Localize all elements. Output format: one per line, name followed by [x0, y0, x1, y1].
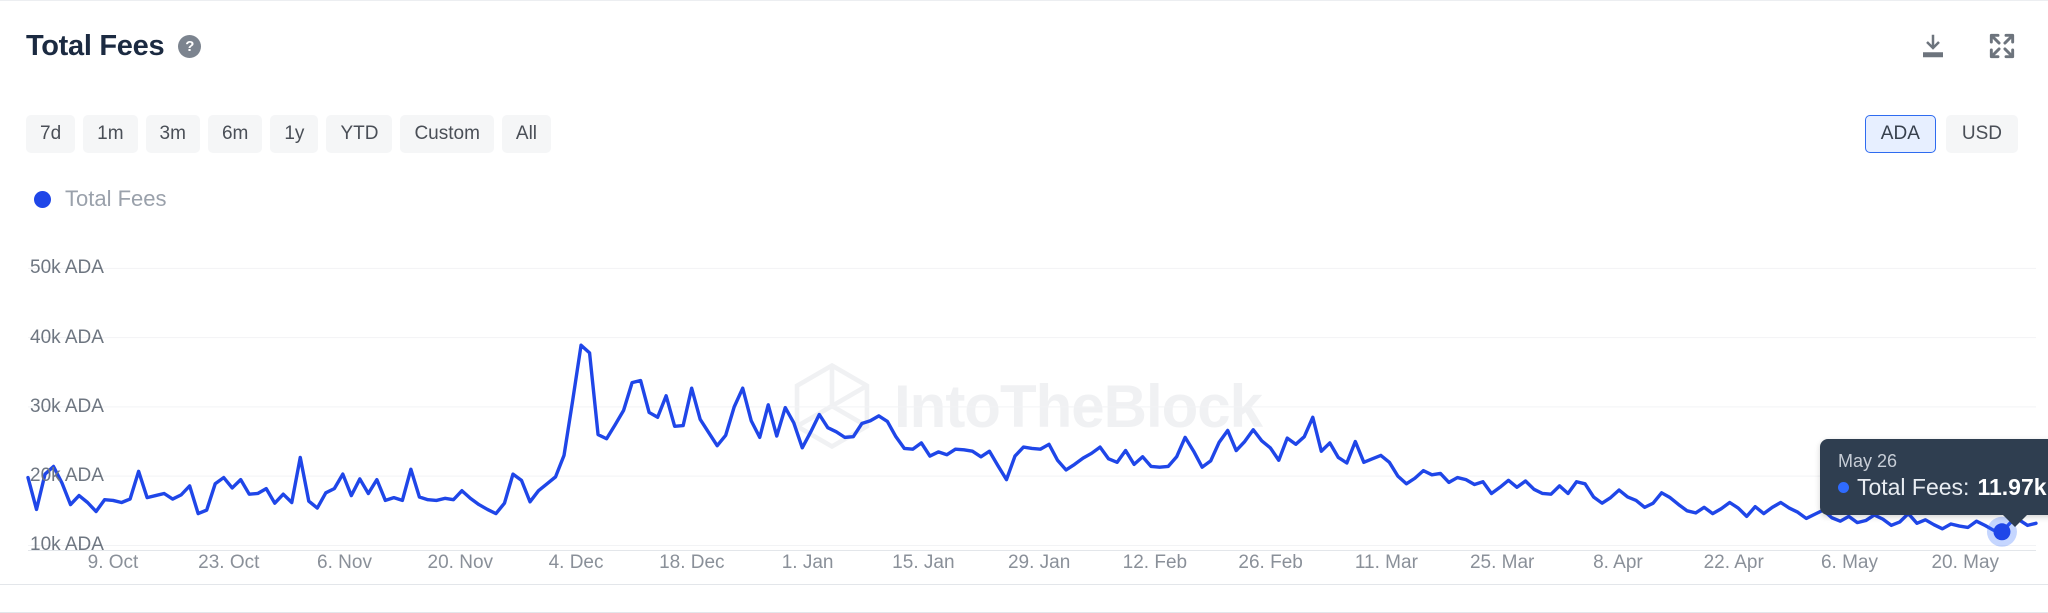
x-axis-tick-label: 22. Apr [1703, 552, 1764, 573]
time-range-group: 7d 1m 3m 6m 1y YTD Custom All [26, 115, 552, 153]
unit-button-ada[interactable]: ADA [1864, 115, 1936, 153]
y-axis-labels: 50k ADA 40k ADA 30k ADA 20k ADA 10k ADA [0, 251, 2048, 555]
question-mark-circle-icon[interactable]: ? [178, 34, 202, 58]
tooltip-series-label: Total Fees: [1856, 474, 1970, 500]
y-axis-tick-label: 20k ADA [30, 465, 104, 487]
chart-plot-area[interactable]: 50k ADA 40k ADA 30k ADA 20k ADA 10k ADA [0, 251, 2048, 555]
currency-unit-group: ADA USD [1864, 115, 2022, 153]
y-axis-tick-label: 40k ADA [30, 326, 104, 348]
expand-fullscreen-icon[interactable] [1986, 30, 2018, 62]
x-axis-tick-label: 26. Feb [1238, 552, 1303, 573]
x-axis-tick-label: 11. Mar [1354, 552, 1418, 573]
chart-legend-item-total-fees[interactable]: Total Fees [34, 186, 167, 212]
chart-controls: 7d 1m 3m 6m 1y YTD Custom All ADA USD [0, 106, 2048, 162]
title-group: Total Fees ? [26, 29, 202, 63]
range-button-3m[interactable]: 3m [145, 115, 200, 153]
range-button-1m[interactable]: 1m [83, 115, 138, 153]
tooltip-date: May 26 [1837, 451, 1897, 471]
range-button-custom[interactable]: Custom [400, 115, 494, 153]
range-button-ytd[interactable]: YTD [326, 115, 393, 153]
range-button-7d[interactable]: 7d [26, 115, 76, 153]
legend-color-dot [34, 190, 51, 208]
tooltip-value: 11.97k ADA [1977, 474, 2048, 500]
x-axis-tick-label: 20. May [1931, 552, 2000, 573]
x-axis-tick-label: 29. Jan [1007, 552, 1071, 573]
x-axis-tick-label: 15. Jan [892, 552, 955, 573]
unit-button-usd[interactable]: USD [1945, 115, 2018, 153]
range-button-6m[interactable]: 6m [207, 115, 263, 153]
x-axis-tick-label: 20. Nov [427, 552, 494, 573]
page-title: Total Fees [26, 29, 165, 62]
x-axis-tick-label: 9. Oct [87, 552, 139, 573]
legend-label: Total Fees [65, 186, 167, 211]
x-axis-tick-label: 1. Jan [781, 552, 834, 573]
card-header: Total Fees ? [0, 1, 2048, 91]
chart-tooltip: May 26 Total Fees: 11.97k ADA [1819, 439, 2048, 527]
y-axis-tick-label: 50k ADA [30, 257, 104, 279]
chart-card: Total Fees ? 7d 1m 3m 6m 1y YTD Custom A… [0, 0, 2048, 613]
range-navigator[interactable] [0, 584, 2048, 612]
range-button-1y[interactable]: 1y [270, 115, 319, 153]
tooltip-row: Total Fees: 11.97k ADA [1837, 474, 2048, 501]
x-axis-tick-label: 23. Oct [198, 552, 260, 573]
x-axis-tick-label: 25. Mar [1469, 552, 1535, 573]
download-icon[interactable] [1918, 31, 1948, 61]
header-actions [1918, 30, 2022, 62]
x-axis-tick-label: 6. May [1820, 552, 1878, 573]
tooltip-series-dot [1837, 482, 1849, 493]
x-axis-tick-label: 12. Feb [1122, 552, 1188, 573]
x-axis-tick-label: 18. Dec [659, 552, 725, 573]
range-button-all[interactable]: All [501, 115, 552, 153]
y-axis-tick-label: 30k ADA [30, 395, 104, 417]
x-axis-tick-label: 4. Dec [548, 552, 604, 573]
x-axis-tick-label: 6. Nov [317, 552, 372, 573]
x-axis-tick-label: 8. Apr [1593, 552, 1643, 573]
